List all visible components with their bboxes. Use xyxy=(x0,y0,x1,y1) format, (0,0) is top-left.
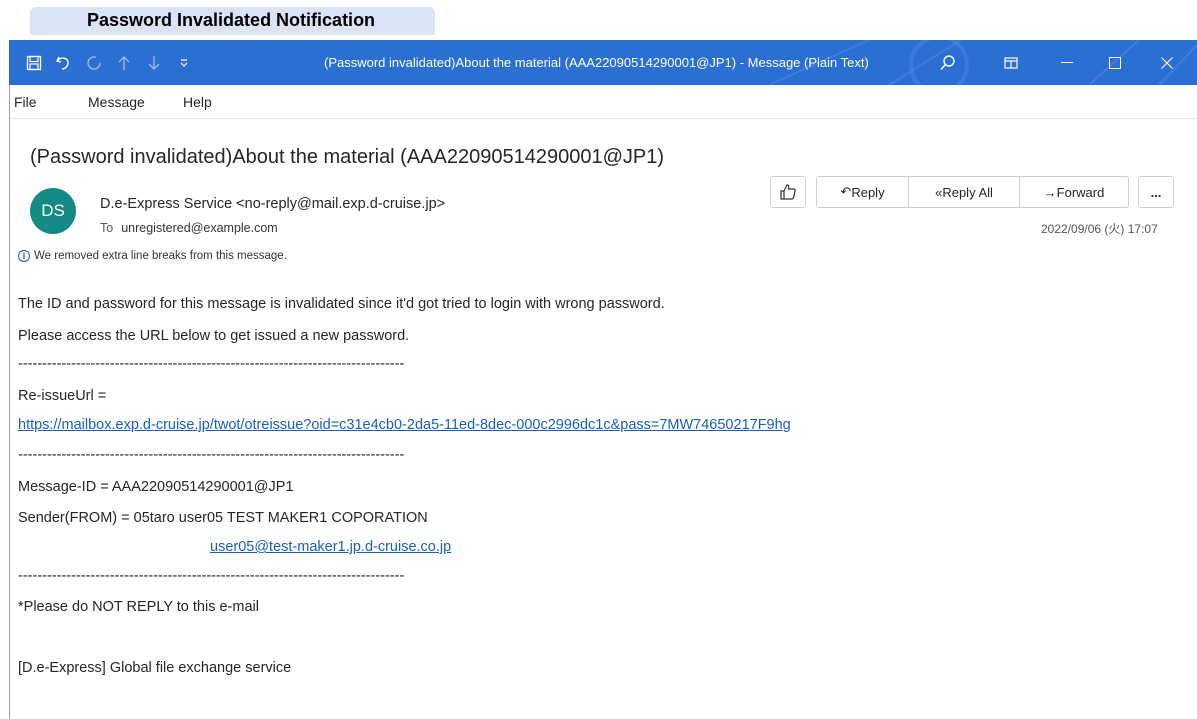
like-button[interactable] xyxy=(770,176,806,208)
reply-actions: ↶ Reply «Reply All → Forward xyxy=(816,176,1129,208)
avatar[interactable]: DS xyxy=(30,188,76,234)
save-icon[interactable] xyxy=(23,40,45,85)
reply-label: Reply xyxy=(851,184,885,200)
info-text: We removed extra line breaks from this m… xyxy=(34,250,287,262)
arrow-up-icon[interactable] xyxy=(113,40,135,85)
close-icon[interactable] xyxy=(1149,40,1185,85)
divider: ----------------------------------------… xyxy=(18,568,405,584)
body-line-1: The ID and password for this message is … xyxy=(18,296,665,312)
message-date: 2022/09/06 (火) 17:07 xyxy=(1041,222,1158,236)
window-title: (Password invalidated)About the material… xyxy=(324,55,869,70)
avatar-initials: DS xyxy=(41,201,65,220)
recipient[interactable]: unregistered@example.com xyxy=(121,221,278,235)
caption-title: Password Invalidated Notification xyxy=(87,10,376,30)
menu-bar: File Message Help xyxy=(9,85,1197,119)
search-icon[interactable] xyxy=(932,40,964,85)
divider: ----------------------------------------… xyxy=(18,447,405,463)
info-bar: i We removed extra line breaks from this… xyxy=(18,250,287,262)
arrow-down-icon[interactable] xyxy=(143,40,165,85)
redo-icon[interactable] xyxy=(83,40,105,85)
like-icon xyxy=(780,184,796,200)
divider: ----------------------------------------… xyxy=(18,356,405,372)
to-label: To xyxy=(100,221,114,235)
ribbon-display-icon[interactable] xyxy=(997,40,1025,85)
menu-message[interactable]: Message xyxy=(88,94,145,110)
forward-icon: → xyxy=(1043,184,1057,200)
reply-button[interactable]: ↶ Reply xyxy=(817,177,908,207)
more-actions-button[interactable]: ... xyxy=(1138,176,1174,208)
maximize-icon[interactable] xyxy=(1097,40,1133,85)
reissue-label: Re-issueUrl = xyxy=(18,388,107,404)
footer-signature: [D.e-Express] Global file exchange servi… xyxy=(18,660,292,676)
body-line-2: Please access the URL below to get issue… xyxy=(18,328,410,344)
forward-label: Forward xyxy=(1056,184,1105,200)
caption-tab: Password Invalidated Notification xyxy=(30,7,435,35)
reply-all-button[interactable]: «Reply All xyxy=(909,177,1019,207)
message-subject: (Password invalidated)About the material… xyxy=(30,146,665,168)
undo-icon[interactable] xyxy=(52,40,74,85)
menu-file[interactable]: File xyxy=(14,94,37,110)
message-id-line: Message-ID = AAA22090514290001@JP1 xyxy=(18,479,294,495)
reply-all-label: Reply All xyxy=(942,184,993,200)
window-titlebar: (Password invalidated)About the material… xyxy=(9,40,1197,85)
sender-email-link[interactable]: user05@test-maker1.jp.d-cruise.co.jp xyxy=(210,539,451,555)
reissue-link[interactable]: https://mailbox.exp.d-cruise.jp/twot/otr… xyxy=(18,417,791,433)
reply-all-icon: « xyxy=(935,184,943,200)
minimize-icon[interactable] xyxy=(1049,40,1085,85)
forward-button[interactable]: → Forward xyxy=(1020,177,1128,207)
reply-icon: ↶ xyxy=(840,184,852,199)
more-icon: ... xyxy=(1150,184,1162,200)
no-reply-note: *Please do NOT REPLY to this e-mail xyxy=(18,599,259,615)
sender-from-line: Sender(FROM) = 05taro user05 TEST MAKER1… xyxy=(18,510,428,526)
window-left-border xyxy=(9,85,10,719)
info-icon: i xyxy=(18,250,30,262)
customize-icon[interactable] xyxy=(173,40,195,85)
to-line: To unregistered@example.com xyxy=(100,221,278,235)
sender-name[interactable]: D.e-Express Service <no-reply@mail.exp.d… xyxy=(100,196,445,212)
menu-help[interactable]: Help xyxy=(183,94,212,110)
